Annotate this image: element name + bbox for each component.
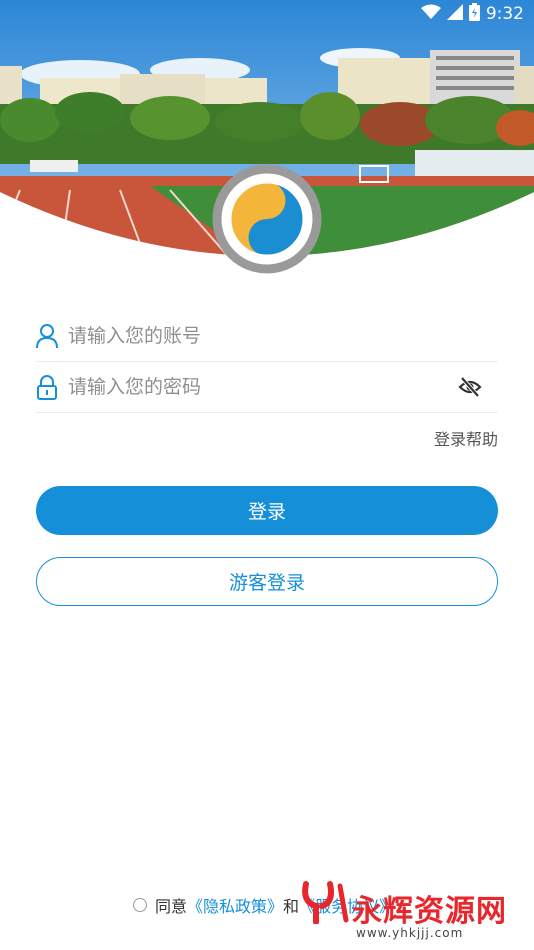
login-button[interactable]: 登录: [36, 486, 498, 535]
agree-radio[interactable]: [133, 898, 147, 912]
password-input[interactable]: [66, 375, 458, 399]
guest-login-button[interactable]: 游客登录: [36, 557, 498, 606]
signal-icon: [446, 3, 463, 25]
login-help-link[interactable]: 登录帮助: [434, 426, 498, 450]
privacy-policy-link[interactable]: 《隐私政策》: [187, 893, 283, 917]
watermark: 永辉资源网 www.yhkjjj.com: [300, 880, 530, 944]
watermark-logo-icon: [300, 880, 352, 928]
watermark-brand: 永辉资源网: [352, 894, 507, 929]
agree-conjunction: 和: [283, 897, 300, 916]
password-field: [36, 362, 498, 413]
status-bar: 9:32: [0, 0, 534, 28]
lock-icon: [36, 374, 58, 400]
account-field: [36, 311, 498, 362]
account-input[interactable]: [66, 324, 498, 348]
wifi-icon: [420, 4, 441, 25]
user-icon: [36, 323, 58, 349]
watermark-url: www.yhkjjj.com: [356, 926, 464, 940]
battery-icon: [468, 2, 480, 26]
status-time: 9:32: [485, 4, 524, 24]
eye-off-icon[interactable]: [458, 375, 482, 399]
agree-prefix: 同意: [155, 897, 188, 916]
school-logo: [212, 164, 322, 274]
